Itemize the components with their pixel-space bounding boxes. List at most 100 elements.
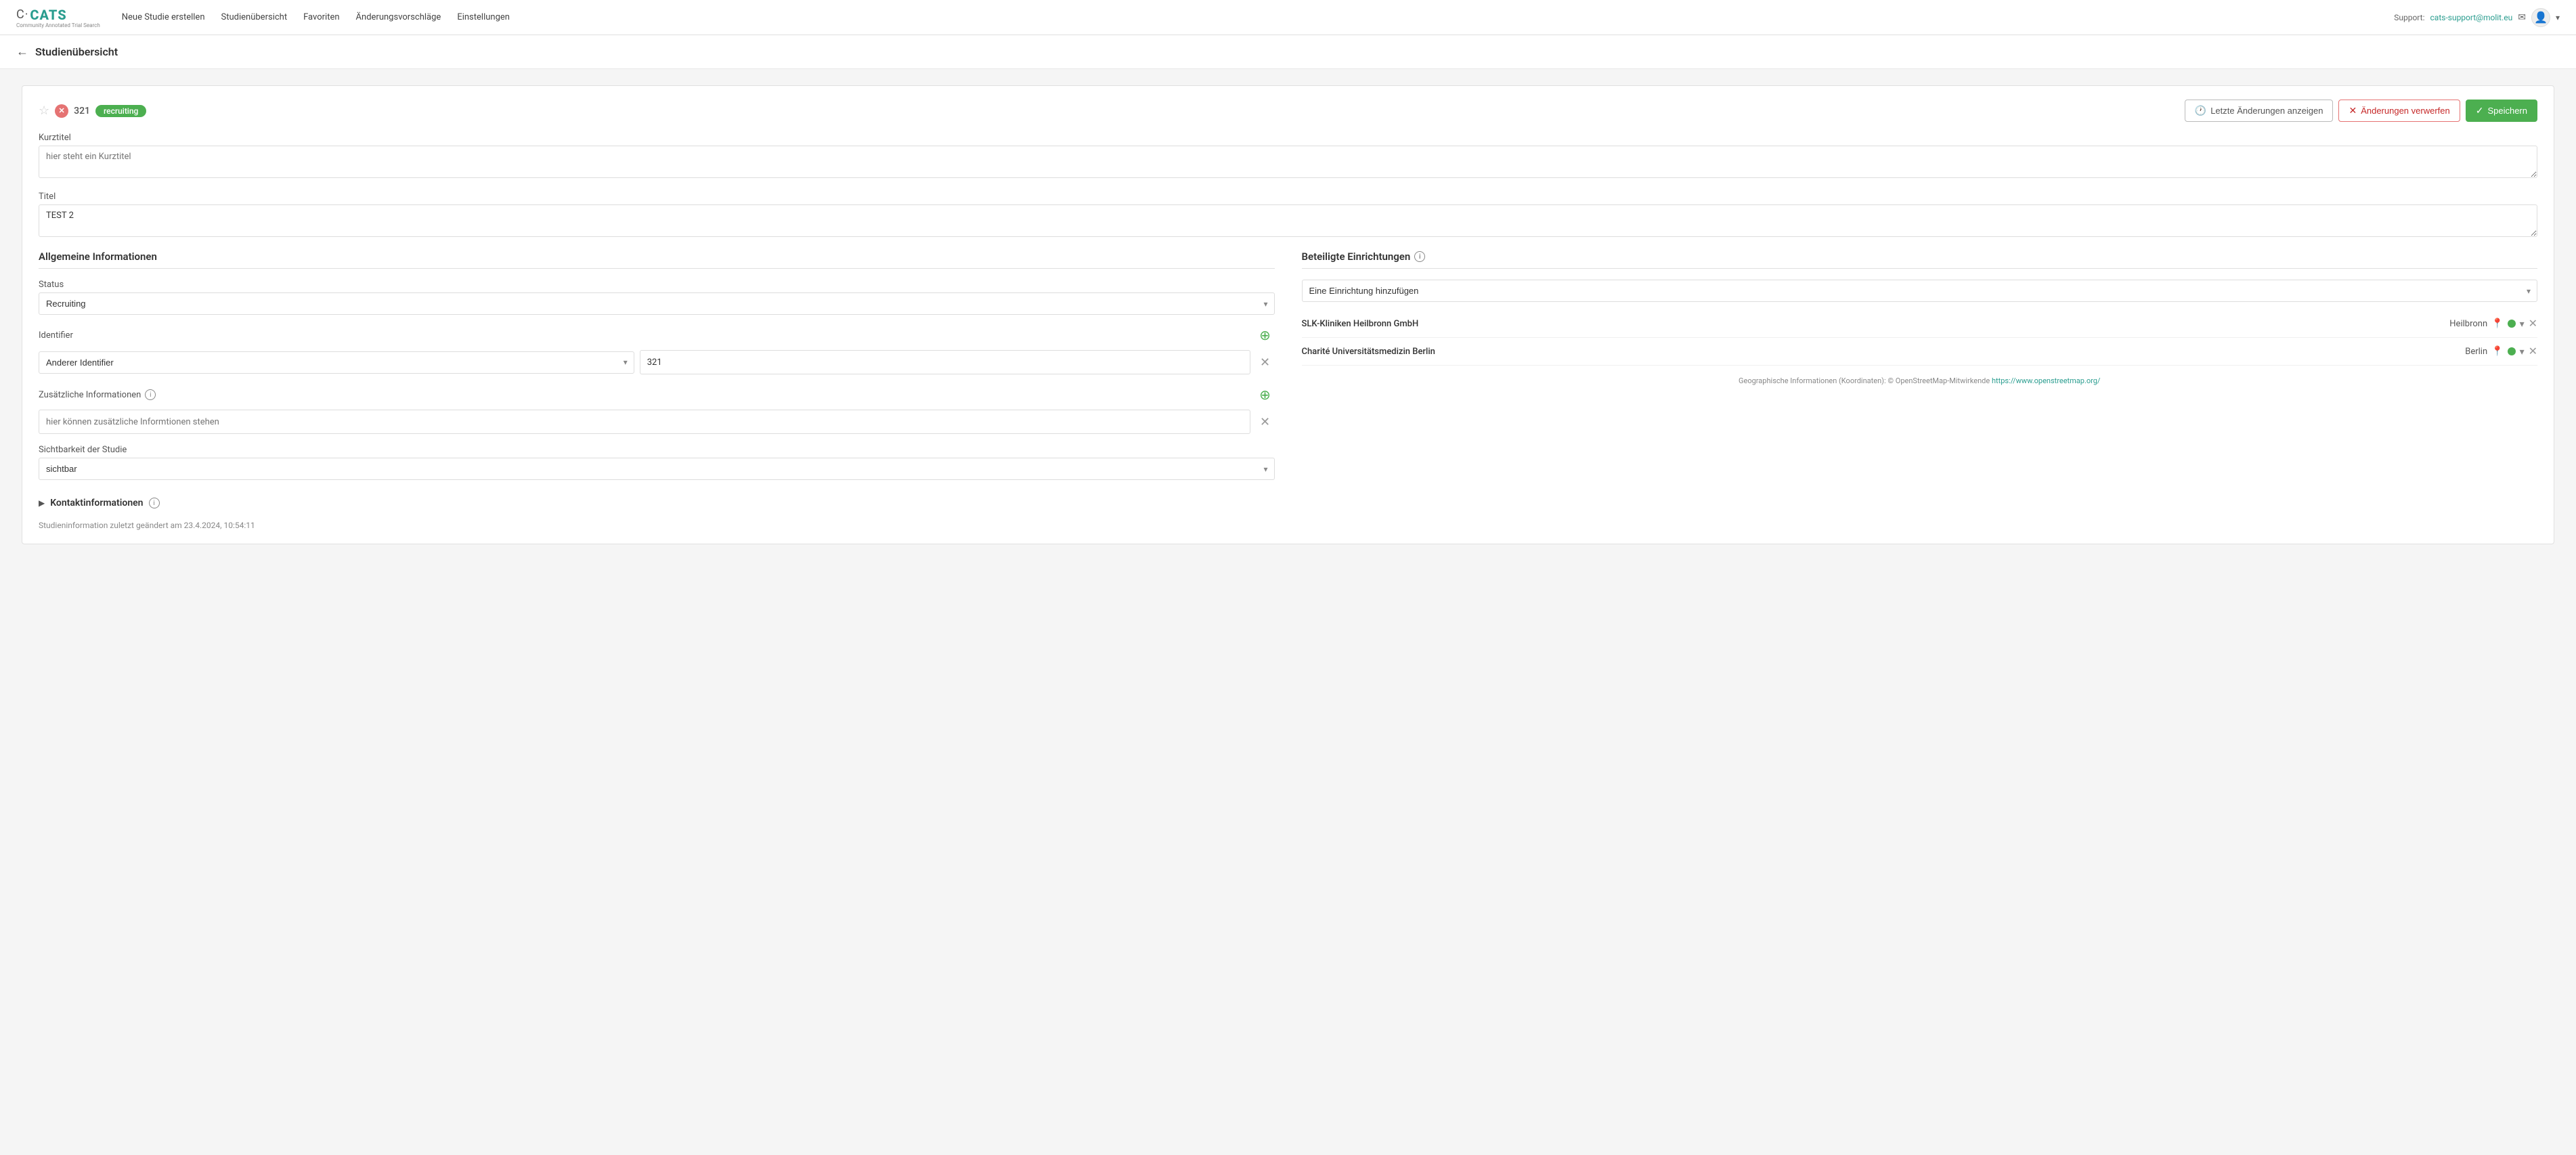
geo-link[interactable]: https://www.openstreetmap.org/ (1992, 376, 2101, 385)
kontakt-collapsible[interactable]: ▶ Kontaktinformationen i (39, 491, 1275, 515)
user-account-icon[interactable]: 👤 (2531, 8, 2550, 27)
institution-name-0: SLK-Kliniken Heilbronn GmbH (1302, 319, 1419, 329)
identifier-type-select-wrap: Anderer Identifier ClinicalTrials.gov Eu… (39, 351, 634, 374)
letzte-aenderungen-label: Letzte Änderungen anzeigen (2210, 106, 2323, 116)
account-chevron-icon[interactable]: ▾ (2556, 13, 2560, 22)
sichtbarkeit-field: Sichtbarkeit der Studie sichtbar unsicht… (39, 445, 1275, 480)
card-actions: 🕐 Letzte Änderungen anzeigen ✕ Änderunge… (2185, 100, 2537, 122)
beteiligte-title-text: Beteiligte Einrichtungen (1302, 250, 1411, 263)
nav-links: Neue Studie erstellen Studienübersicht F… (122, 12, 2373, 22)
identifier-label: Identifier (39, 330, 73, 341)
institution-name-1: Charité Universitätsmedizin Berlin (1302, 347, 1435, 357)
nav-right: Support: cats-support@molit.eu ✉ 👤 ▾ (2394, 8, 2560, 27)
speichern-button[interactable]: ✓ Speichern (2466, 100, 2537, 122)
zusaetzliche-label: Zusätzliche Informationen (39, 390, 141, 400)
right-column: Beteiligte Einrichtungen i Eine Einricht… (1302, 250, 2538, 530)
geo-info-text: Geographische Informationen (Koordinaten… (1739, 376, 1990, 385)
beteiligte-section-title: Beteiligte Einrichtungen i (1302, 250, 2538, 269)
app-logo[interactable]: C· CATS Community Annotated Trial Search (16, 7, 100, 28)
logo-cats-text: CATS (30, 7, 66, 23)
status-select-wrap: Recruiting ▾ (39, 292, 1275, 315)
remove-zusaetzliche-button[interactable]: ✕ (1256, 412, 1275, 431)
favorite-star-icon[interactable]: ☆ (39, 104, 49, 118)
logo-c-icon: C· (16, 7, 28, 22)
institution-remove-0[interactable]: ✕ (2529, 317, 2537, 330)
status-select[interactable]: Recruiting (39, 292, 1275, 315)
kontakt-label: Kontaktinformationen (50, 498, 143, 508)
zusaetzliche-field: Zusätzliche Informationen i ⊕ ✕ (39, 385, 1275, 434)
institution-city-0: Heilbronn (2449, 319, 2487, 329)
speichern-label: Speichern (2487, 106, 2527, 116)
zusaetzliche-input[interactable] (39, 410, 1250, 434)
sichtbarkeit-select-wrap: sichtbar unsichtbar ▾ (39, 458, 1275, 480)
institution-add-row: Eine Einrichtung hinzufügen ▾ (1302, 280, 2538, 302)
close-icon: ✕ (2349, 105, 2357, 116)
add-identifier-button[interactable]: ⊕ (1256, 326, 1275, 345)
identifier-number-input[interactable] (640, 350, 1250, 374)
map-pin-icon-1: 📍 (2491, 346, 2503, 357)
identifier-row: Anderer Identifier ClinicalTrials.gov Eu… (39, 350, 1275, 374)
card-badges: ☆ ✕ 321 recruiting (39, 104, 146, 118)
zusaetzliche-row: ✕ (39, 410, 1275, 434)
kurztitel-field: Kurztitel (39, 133, 2537, 181)
institution-add-select-wrap: Eine Einrichtung hinzufügen ▾ (1302, 280, 2538, 302)
aenderungen-verwerfen-label: Änderungen verwerfen (2361, 106, 2450, 116)
allgemeine-section-title: Allgemeine Informationen (39, 250, 1275, 269)
titel-label: Titel (39, 192, 2537, 202)
beteiligte-info-icon[interactable]: i (1414, 251, 1425, 262)
nav-neue-studie[interactable]: Neue Studie erstellen (122, 12, 205, 22)
institution-row-0: SLK-Kliniken Heilbronn GmbH Heilbronn 📍 … (1302, 310, 2538, 338)
kurztitel-input[interactable] (39, 146, 2537, 178)
status-dot-0 (2508, 320, 2516, 328)
institution-chevron-0[interactable]: ▾ (2520, 318, 2525, 330)
status-dot-1 (2508, 347, 2516, 355)
main-content: ☆ ✕ 321 recruiting 🕐 Letzte Änderungen a… (0, 69, 2576, 561)
card-top-row: ☆ ✕ 321 recruiting 🕐 Letzte Änderungen a… (39, 100, 2537, 122)
two-col-layout: Allgemeine Informationen Status Recruiti… (39, 250, 2537, 530)
nav-studienübersicht[interactable]: Studienübersicht (221, 12, 288, 22)
kurztitel-label: Kurztitel (39, 133, 2537, 143)
institution-remove-1[interactable]: ✕ (2529, 345, 2537, 358)
page-header: ← Studienübersicht (0, 35, 2576, 69)
recruiting-status-badge: recruiting (95, 105, 146, 117)
study-id-badge: 321 (74, 106, 90, 116)
clock-icon: 🕐 (2195, 105, 2206, 116)
add-zusaetzliche-button[interactable]: ⊕ (1256, 385, 1275, 404)
zusaetzliche-info-icon[interactable]: i (145, 389, 156, 400)
institution-chevron-1[interactable]: ▾ (2520, 346, 2525, 357)
page-title: Studienübersicht (35, 45, 118, 58)
kontakt-arrow-icon: ▶ (39, 498, 45, 508)
identifier-header: Identifier ⊕ (39, 326, 1275, 345)
identifier-field: Identifier ⊕ Anderer Identifier Clinical… (39, 326, 1275, 374)
timestamp: Studieninformation zuletzt geändert am 2… (39, 521, 1275, 530)
nav-favoriten[interactable]: Favoriten (303, 12, 339, 22)
letzte-aenderungen-button[interactable]: 🕐 Letzte Änderungen anzeigen (2185, 100, 2334, 122)
status-field: Status Recruiting ▾ (39, 280, 1275, 315)
aenderungen-verwerfen-button[interactable]: ✕ Änderungen verwerfen (2338, 100, 2460, 122)
allgemeine-title-text: Allgemeine Informationen (39, 250, 157, 263)
titel-field: Titel TEST 2 (39, 192, 2537, 240)
delete-badge-button[interactable]: ✕ (55, 104, 68, 118)
navbar: C· CATS Community Annotated Trial Search… (0, 0, 2576, 35)
support-email[interactable]: cats-support@molit.eu (2430, 13, 2513, 22)
nav-änderungsvorschläge[interactable]: Änderungsvorschläge (356, 12, 441, 22)
institution-right-1: Berlin 📍 ▾ ✕ (2465, 345, 2537, 358)
sichtbarkeit-label: Sichtbarkeit der Studie (39, 445, 1275, 455)
geo-info: Geographische Informationen (Koordinaten… (1302, 376, 2538, 385)
titel-input[interactable]: TEST 2 (39, 204, 2537, 237)
logo-subtitle: Community Annotated Trial Search (16, 23, 100, 28)
institution-add-select[interactable]: Eine Einrichtung hinzufügen (1302, 280, 2538, 302)
sichtbarkeit-select[interactable]: sichtbar unsichtbar (39, 458, 1275, 480)
support-label: Support: (2394, 13, 2424, 22)
identifier-type-select[interactable]: Anderer Identifier ClinicalTrials.gov Eu… (39, 351, 634, 374)
zusaetzliche-header: Zusätzliche Informationen i ⊕ (39, 385, 1275, 404)
kontakt-info-icon[interactable]: i (149, 498, 160, 508)
map-pin-icon-0: 📍 (2491, 318, 2503, 329)
left-column: Allgemeine Informationen Status Recruiti… (39, 250, 1275, 530)
back-button[interactable]: ← (16, 45, 28, 59)
study-card: ☆ ✕ 321 recruiting 🕐 Letzte Änderungen a… (22, 85, 2554, 544)
institution-city-1: Berlin (2465, 347, 2487, 357)
nav-einstellungen[interactable]: Einstellungen (457, 12, 510, 22)
email-icon: ✉ (2518, 12, 2526, 23)
remove-identifier-button[interactable]: ✕ (1256, 353, 1275, 372)
